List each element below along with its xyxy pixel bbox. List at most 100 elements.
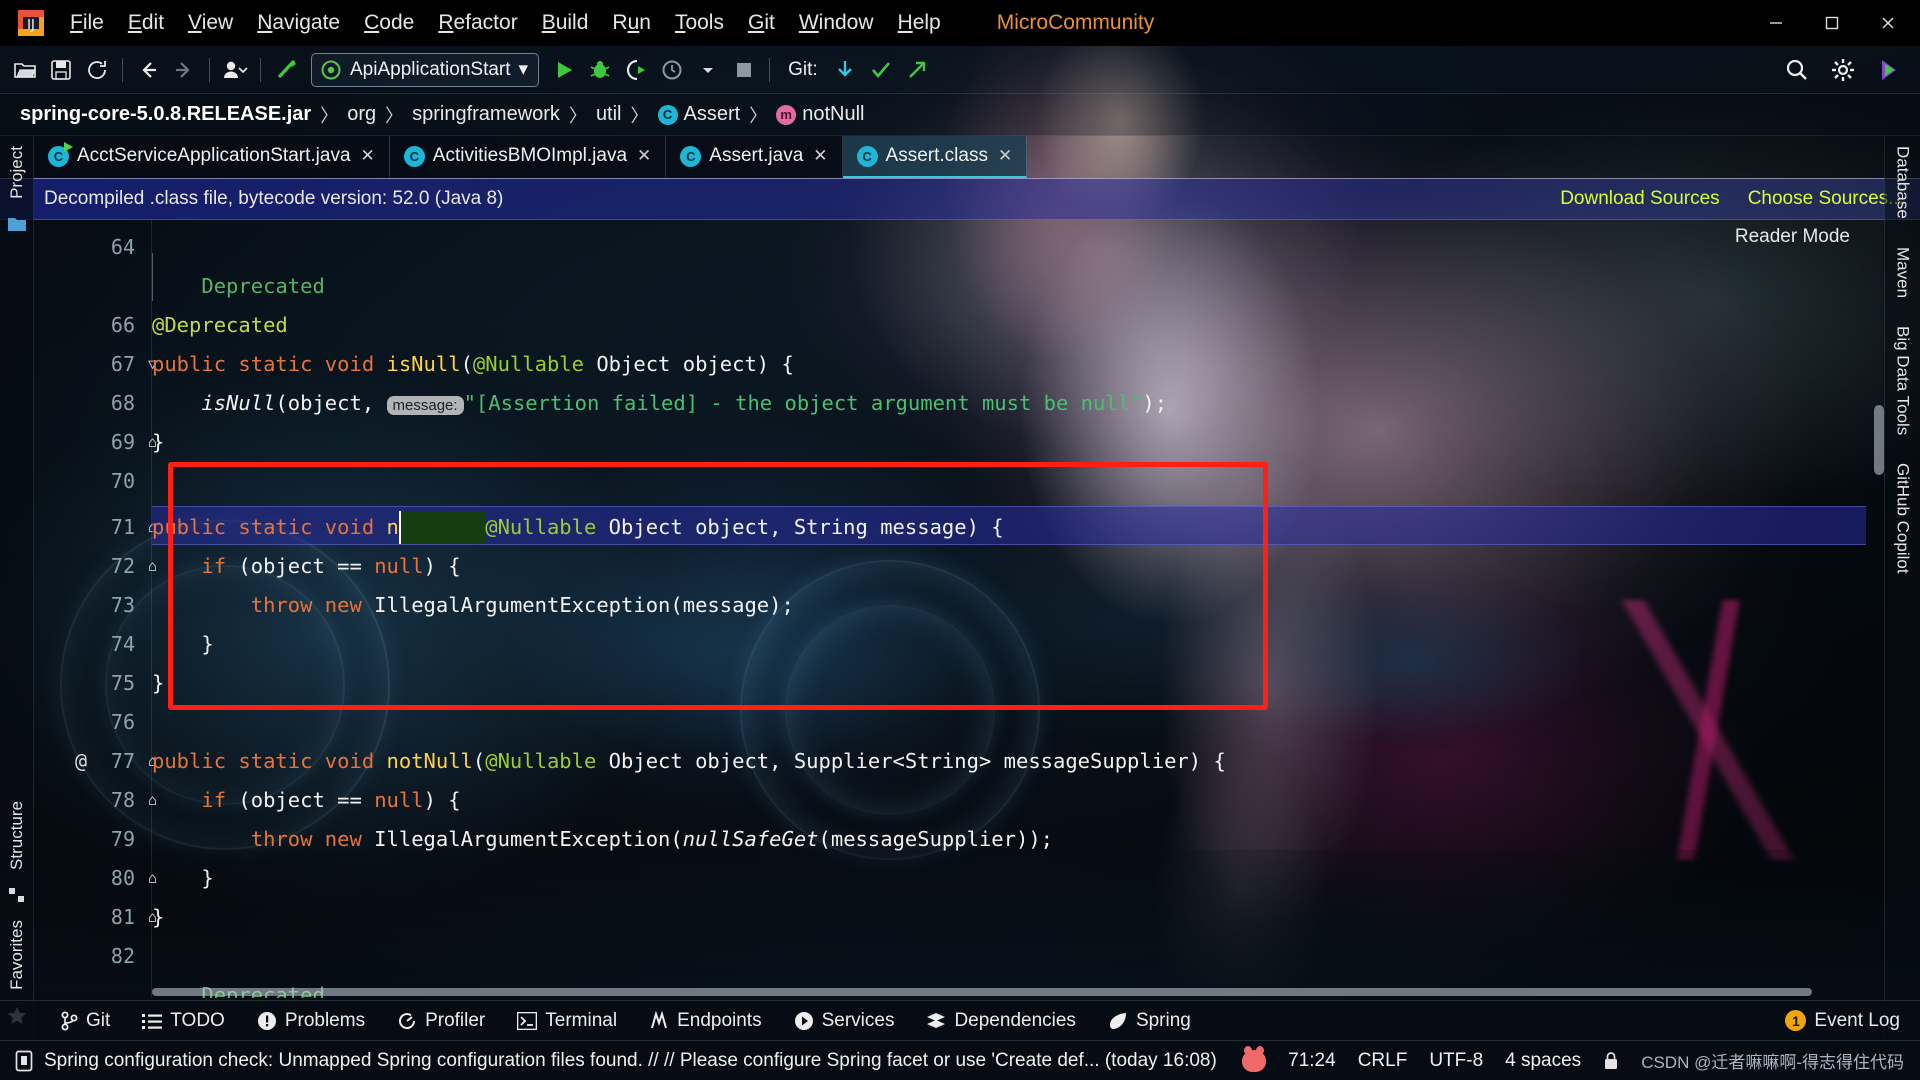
menu-item-navigate[interactable]: Navigate	[245, 7, 352, 39]
menu-item-tools[interactable]: Tools	[663, 7, 736, 39]
bottom-tool-dependencies[interactable]: Dependencies	[910, 1010, 1091, 1032]
bottom-tool-todo[interactable]: TODO	[126, 1010, 241, 1032]
git-update-icon[interactable]	[828, 53, 862, 87]
maximize-button[interactable]	[1804, 0, 1860, 46]
save-all-icon[interactable]	[44, 53, 78, 87]
menu-item-help[interactable]: Help	[886, 7, 953, 39]
ide-assistant-icon[interactable]	[1872, 53, 1906, 87]
breadcrumb-item-springframework[interactable]: springframework	[412, 103, 560, 126]
caret-position[interactable]: 71:24	[1288, 1050, 1336, 1072]
bottom-tool-problems[interactable]: Problems	[241, 1010, 381, 1032]
download-sources-link[interactable]: Download Sources	[1560, 188, 1719, 210]
close-icon[interactable]: ✕	[813, 146, 827, 166]
profile-icon[interactable]	[218, 53, 252, 87]
code-line[interactable]: if (object == null) {	[152, 781, 460, 820]
sync-icon[interactable]	[80, 53, 114, 87]
bottom-tool-terminal[interactable]: Terminal	[501, 1010, 633, 1032]
code-line[interactable]: public static void notNull(@Nullable Obj…	[152, 742, 1226, 781]
close-icon[interactable]: ✕	[998, 146, 1012, 166]
forward-icon[interactable]	[167, 53, 201, 87]
code-line[interactable]: isNull(object, message: "[Assertion faile…	[152, 384, 1167, 425]
menu-item-run[interactable]: Run	[600, 7, 663, 39]
sidebar-item-structure[interactable]: Structure	[7, 791, 27, 880]
code-line[interactable]: if (object == null) {	[152, 547, 460, 586]
reader-mode-label[interactable]: Reader Mode	[1735, 226, 1850, 248]
menu-item-view[interactable]: View	[176, 7, 245, 39]
bottom-tool-spring[interactable]: Spring	[1092, 1010, 1207, 1032]
menu-item-edit[interactable]: Edit	[116, 7, 176, 39]
status-message[interactable]: Spring configuration check: Unmapped Spr…	[44, 1050, 1217, 1072]
code-line[interactable]: public static void isNull(@Nullable Obje…	[152, 345, 794, 384]
breadcrumb-item-notnull[interactable]: notNull	[802, 103, 864, 126]
close-icon[interactable]: ✕	[637, 146, 651, 166]
run-configuration-selector[interactable]: ApiApplicationStart ▾	[311, 52, 540, 87]
back-icon[interactable]	[131, 53, 165, 87]
code-line[interactable]: }	[152, 898, 164, 937]
annotation-marker[interactable]: @	[75, 742, 87, 781]
indent-setting[interactable]: 4 spaces	[1505, 1050, 1581, 1072]
bottom-tool-profiler[interactable]: Profiler	[381, 1010, 501, 1032]
breadcrumb-item-assert[interactable]: Assert	[684, 103, 741, 126]
vertical-scrollbar[interactable]	[1870, 220, 1884, 998]
minimize-button[interactable]	[1748, 0, 1804, 46]
search-everywhere-icon[interactable]	[1780, 53, 1814, 87]
bottom-tool-git[interactable]: Git	[44, 1010, 126, 1032]
tab-activitiesbmoimpl[interactable]: C ActivitiesBMOImpl.java ✕	[389, 136, 667, 178]
vertical-scroll-thumb[interactable]	[1874, 405, 1884, 475]
editor-gutter[interactable]: 646667▽6869⌂7071⌂72⌂7374757677@⌂78⌂7980⌂…	[34, 220, 157, 998]
run-profiler-icon[interactable]	[655, 53, 689, 87]
code-line[interactable]: }	[152, 423, 164, 462]
read-only-lock-icon[interactable]	[1603, 1051, 1619, 1071]
sidebar-item-favorites[interactable]: Favorites	[7, 910, 27, 1000]
code-line[interactable]: }	[152, 859, 213, 898]
open-project-icon[interactable]	[8, 53, 42, 87]
close-button[interactable]	[1860, 0, 1916, 46]
tab-assert-class[interactable]: C Assert.class ✕	[842, 136, 1028, 178]
debug-icon[interactable]	[583, 53, 617, 87]
tab-acctserviceapplicationstart[interactable]: C AcctServiceApplicationStart.java ✕	[34, 136, 390, 178]
code-line[interactable]: @Deprecated	[152, 306, 288, 345]
run-icon[interactable]	[547, 53, 581, 87]
stop-icon[interactable]	[727, 53, 761, 87]
chevron-down-icon[interactable]: ▾	[519, 58, 529, 81]
code-content[interactable]: Deprecated @Deprecated public static void …	[152, 220, 1866, 998]
code-line[interactable]: throw new IllegalArgumentException(nullS…	[152, 820, 1053, 859]
code-line[interactable]: throw new IllegalArgumentException(messa…	[152, 586, 794, 625]
event-log-button[interactable]: 1 Event Log	[1785, 1010, 1920, 1032]
line-separator[interactable]: CRLF	[1358, 1050, 1408, 1072]
bottom-tool-endpoints[interactable]: Endpoints	[633, 1010, 778, 1032]
settings-gear-icon[interactable]	[1826, 53, 1860, 87]
pig-indicator-icon[interactable]	[1242, 1045, 1267, 1072]
code-line[interactable]: }	[152, 625, 213, 664]
notification-icon[interactable]	[14, 1050, 34, 1072]
tab-assert-java[interactable]: C Assert.java ✕	[666, 136, 843, 178]
code-line[interactable]: Deprecated	[152, 267, 324, 306]
bottom-tool-services[interactable]: Services	[778, 1010, 911, 1032]
git-push-icon[interactable]	[900, 53, 934, 87]
menu-item-window[interactable]: Window	[787, 7, 886, 39]
breadcrumb-item-jar[interactable]: spring-core-5.0.8.RELEASE.jar	[20, 103, 311, 126]
close-icon[interactable]: ✕	[361, 146, 375, 166]
sidebar-item-project[interactable]: Project	[7, 136, 27, 209]
breadcrumb-item-util[interactable]: util	[596, 103, 622, 126]
sidebar-item-big-data-tools[interactable]: Big Data Tools	[1893, 308, 1913, 445]
file-encoding[interactable]: UTF-8	[1429, 1050, 1483, 1072]
sidebar-item-maven[interactable]: Maven	[1893, 229, 1913, 308]
choose-sources-link[interactable]: Choose Sources...	[1748, 188, 1904, 210]
chevron-down-icon-2[interactable]	[691, 53, 725, 87]
run-with-coverage-icon[interactable]	[619, 53, 653, 87]
build-hammer-icon[interactable]	[269, 53, 303, 87]
breadcrumb-item-org[interactable]: org	[347, 103, 376, 126]
code-editor[interactable]: Reader Mode 646667▽6869⌂7071⌂72⌂73747576…	[0, 220, 1920, 998]
menu-item-git[interactable]: Git	[736, 7, 787, 39]
code-line[interactable]: }	[152, 664, 164, 703]
menu-item-code[interactable]: Code	[352, 7, 426, 39]
horizontal-scroll-thumb[interactable]	[152, 988, 1812, 996]
menu-item-build[interactable]: Build	[530, 7, 601, 39]
git-commit-icon[interactable]	[864, 53, 898, 87]
horizontal-scrollbar[interactable]	[152, 988, 1866, 998]
menu-item-refactor[interactable]: Refactor	[426, 7, 529, 39]
sidebar-item-database[interactable]: Database	[1893, 136, 1913, 229]
sidebar-item-github-copilot[interactable]: GitHub Copilot	[1893, 445, 1913, 584]
code-line[interactable]: public static void notNull(@Nullable Obj…	[152, 508, 1004, 547]
